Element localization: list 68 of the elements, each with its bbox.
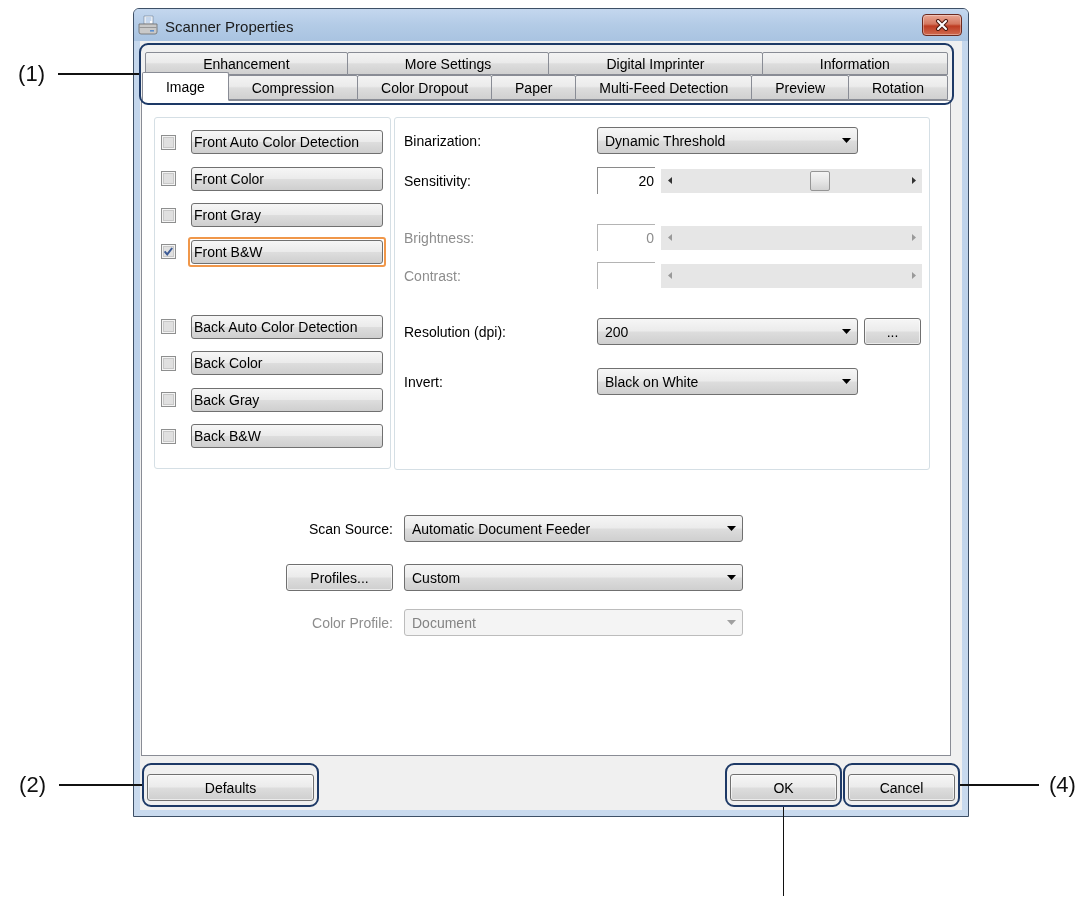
tab[interactable]: Compression [227, 75, 359, 100]
dropdown[interactable]: Custom [404, 564, 743, 591]
field-label: Resolution (dpi): [404, 323, 506, 340]
tab[interactable]: Color Dropout [357, 75, 493, 100]
caret-down-icon [727, 575, 736, 580]
mode-button[interactable]: Back Auto Color Detection [191, 314, 383, 339]
value-field[interactable]: 20 [597, 167, 655, 194]
caret-left-icon [667, 177, 672, 184]
ellipsis-button[interactable]: ... [864, 318, 921, 345]
mode-button[interactable]: Front Gray [191, 203, 383, 227]
mode-button[interactable]: Back Color [191, 351, 383, 375]
scroll-right-button[interactable] [905, 168, 922, 193]
callout-label: (4) [1049, 774, 1076, 796]
tab[interactable]: Rotation [847, 75, 948, 100]
tab[interactable]: Multi-Feed Detection [575, 75, 753, 100]
caret-down-icon [842, 138, 851, 143]
dropdown[interactable]: Black on White [597, 368, 858, 395]
callout-label: (1) [18, 63, 45, 85]
dialog-button[interactable]: Defaults [147, 774, 314, 801]
close-button[interactable] [922, 14, 962, 36]
checkbox[interactable] [161, 392, 176, 407]
callout-label: (2) [19, 774, 46, 796]
tab[interactable]: More Settings [346, 52, 550, 75]
field-label: Brightness: [404, 229, 475, 246]
close-icon [935, 19, 949, 31]
caret-left-icon [667, 234, 672, 241]
mode-button[interactable]: Back B&W [191, 424, 383, 448]
checkbox[interactable] [161, 207, 176, 223]
dropdown[interactable]: Automatic Document Feeder [404, 515, 743, 542]
window-title: Scanner Properties [165, 16, 294, 35]
mode-button[interactable]: Back Gray [191, 387, 383, 412]
profiles-button[interactable]: Profiles... [286, 564, 393, 591]
caret-down-icon [842, 329, 851, 334]
tab[interactable]: Paper [491, 75, 577, 100]
dialog-button[interactable]: OK [730, 774, 837, 801]
caret-down-icon [727, 620, 736, 625]
tab[interactable]: Preview [751, 75, 849, 100]
field-label: Color Profile: [312, 614, 393, 631]
caret-down-icon [842, 379, 851, 384]
tab[interactable]: Digital Imprinter [548, 52, 763, 75]
slider-thumb[interactable] [810, 170, 831, 191]
field-label: Contrast: [404, 267, 461, 284]
field-label: Scan Source: [308, 520, 393, 537]
tab[interactable]: Image [142, 72, 229, 101]
checkbox[interactable] [161, 428, 176, 444]
caret-right-icon [911, 234, 916, 241]
checkbox[interactable] [161, 355, 176, 371]
mode-button[interactable]: Front Auto Color Detection [191, 130, 383, 154]
caret-right-icon [911, 272, 916, 279]
checkbox[interactable] [161, 244, 176, 259]
field-label: Sensitivity: [404, 172, 471, 189]
dropdown[interactable]: 200 [597, 318, 858, 345]
dropdown[interactable]: Dynamic Threshold [597, 127, 858, 154]
checkbox[interactable] [161, 319, 176, 334]
tab[interactable]: Information [761, 52, 948, 75]
scanner-icon [138, 15, 158, 35]
caret-right-icon [911, 177, 916, 184]
tab[interactable]: Enhancement [145, 52, 348, 75]
checkbox[interactable] [161, 134, 176, 150]
scroll-left-button[interactable] [661, 168, 678, 193]
checkbox[interactable] [161, 171, 176, 186]
dialog-button[interactable]: Cancel [848, 774, 955, 801]
field-label: Binarization: [404, 132, 482, 149]
caret-down-icon [727, 526, 736, 531]
mode-button[interactable]: Front Color [191, 166, 383, 191]
field-label: Invert: [404, 373, 443, 390]
caret-left-icon [667, 272, 672, 279]
mode-button[interactable]: Front B&W [188, 236, 386, 267]
